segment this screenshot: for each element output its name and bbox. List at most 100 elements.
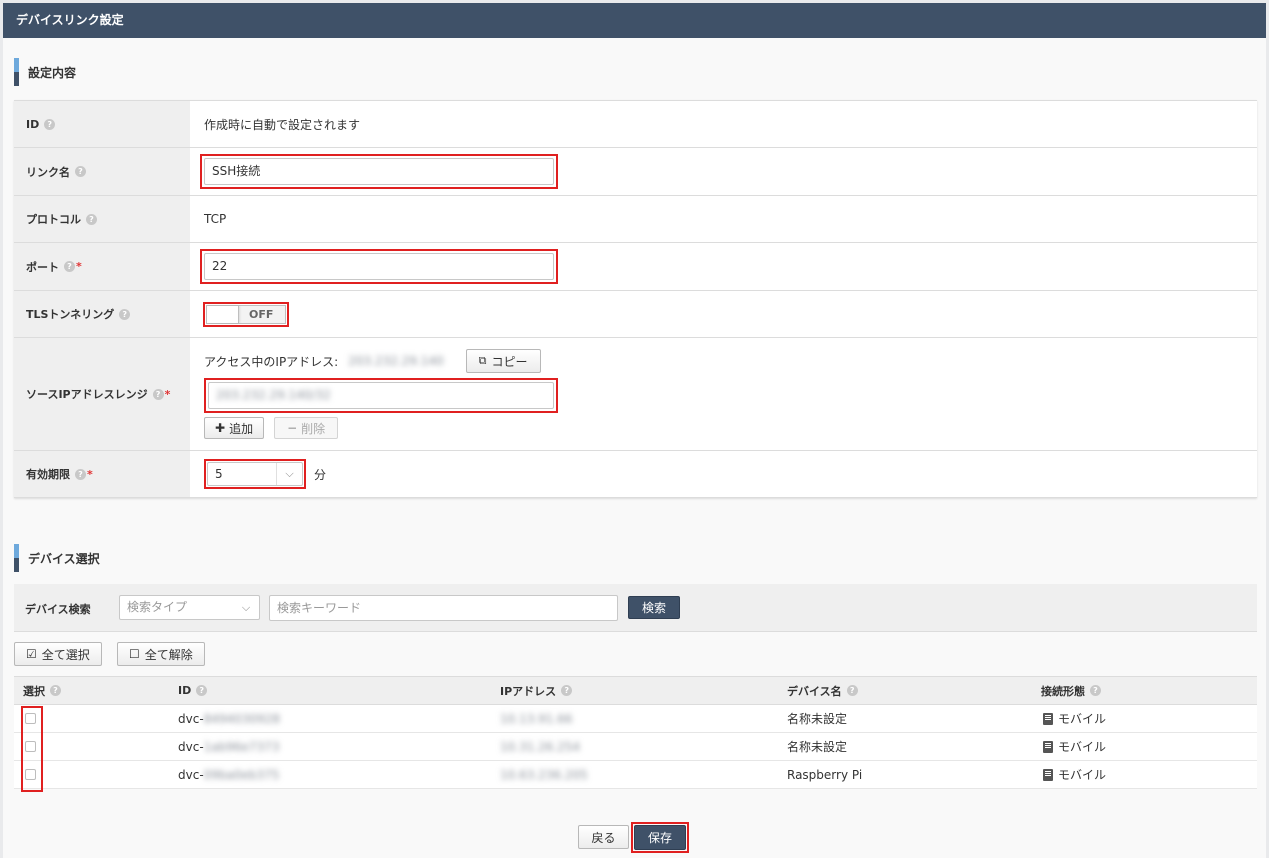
device-table-header: 選択? ID? IPアドレス? デバイス名? 接続形態?	[14, 676, 1257, 705]
help-icon[interactable]: ?	[50, 685, 61, 696]
help-icon[interactable]: ?	[1090, 685, 1101, 696]
device-section-title: デバイス選択	[14, 543, 100, 573]
port-label-text: ポート	[26, 260, 59, 274]
col-select: 選択?	[23, 677, 61, 704]
row-expiry: 有効期限? * 5 ⌵ 分	[14, 451, 1257, 498]
link-name-label-text: リンク名	[26, 165, 70, 179]
ip-range-highlight: 203.232.29.140/32	[204, 378, 558, 413]
link-name-input[interactable]: SSH接続	[204, 158, 554, 185]
ip-range-input[interactable]: 203.232.29.140/32	[208, 382, 554, 409]
table-row[interactable]: dvc- 1ab96e7373 10.31.26.254 名称未設定 モバイル	[14, 733, 1257, 761]
checkbox-checked-icon: ☑	[26, 647, 37, 661]
save-highlight: 保存	[631, 822, 689, 853]
device-ip-value: 10.13.91.66	[500, 711, 573, 726]
search-type-select[interactable]: 検索タイプ ⌵	[119, 595, 260, 620]
table-row[interactable]: dvc- 09ba0eb375 10.63.236.205 Raspberry P…	[14, 761, 1257, 789]
sim-card-icon	[1043, 768, 1053, 781]
settings-form: ID? 作成時に自動で設定されます リンク名? SSH接続 プロトコル? TCP…	[14, 100, 1257, 498]
row-link-name: リンク名? SSH接続	[14, 148, 1257, 196]
port-highlight: 22	[200, 249, 558, 284]
device-id-rest: 1ab96e7373	[203, 739, 280, 754]
device-id: dvc- 8494030928	[178, 705, 280, 732]
help-icon[interactable]: ?	[846, 685, 858, 696]
search-button[interactable]: 検索	[628, 596, 680, 619]
required-mark: *	[76, 260, 82, 273]
device-connection: モバイル	[1043, 733, 1106, 760]
required-mark: *	[87, 467, 93, 481]
search-keyword-placeholder: 検索キーワード	[277, 601, 362, 615]
settings-section-label: 設定内容	[28, 65, 77, 80]
device-connection: モバイル	[1043, 761, 1106, 788]
device-connection: モバイル	[1043, 705, 1106, 732]
device-ip: 10.31.26.254	[500, 733, 580, 760]
help-icon[interactable]: ?	[64, 261, 75, 272]
select-all-label: 全て選択	[41, 647, 90, 662]
save-button[interactable]: 保存	[634, 825, 686, 850]
table-row[interactable]: dvc- 8494030928 10.13.91.66 名称未設定 モバイル	[14, 705, 1257, 733]
checkbox-column-highlight	[21, 706, 43, 792]
col-id-label: ID	[178, 684, 192, 697]
col-ip[interactable]: IPアドレス?	[500, 677, 573, 704]
device-ip: 10.63.236.205	[500, 761, 588, 788]
col-name[interactable]: デバイス名?	[787, 677, 858, 704]
device-connection-label: モバイル	[1058, 768, 1107, 782]
device-id-rest: 09ba0eb375	[203, 767, 280, 782]
source-ip-label-text: ソースIPアドレスレンジ	[26, 388, 148, 401]
expiry-highlight: 5 ⌵	[204, 459, 306, 489]
col-connection[interactable]: 接続形態?	[1041, 677, 1101, 704]
col-name-label: デバイス名	[787, 684, 842, 698]
link-name-label: リンク名?	[14, 148, 190, 195]
device-search-label: デバイス検索	[25, 603, 91, 616]
help-icon[interactable]: ?	[196, 685, 208, 696]
copy-button-label: コピー	[491, 354, 528, 369]
row-port: ポート? * 22	[14, 243, 1257, 291]
select-all-button[interactable]: ☑ 全て選択	[14, 642, 102, 666]
device-search-bar: デバイス検索 検索タイプ ⌵ 検索キーワード 検索	[14, 584, 1257, 632]
minus-icon: −	[287, 421, 298, 435]
protocol-label-text: プロトコル	[26, 213, 81, 226]
device-id-rest: 8494030928	[203, 711, 281, 726]
required-mark: *	[164, 387, 171, 401]
help-icon[interactable]: ?	[152, 388, 164, 400]
search-type-placeholder: 検索タイプ	[127, 600, 188, 614]
back-button-label: 戻る	[591, 830, 616, 845]
copy-icon: ⧉	[478, 354, 487, 367]
protocol-label: プロトコル?	[14, 196, 190, 242]
col-ip-label: IPアドレス	[500, 684, 557, 698]
checkbox-empty-icon: ☐	[129, 647, 140, 661]
save-button-label: 保存	[647, 831, 672, 845]
help-icon[interactable]: ?	[75, 468, 86, 480]
device-table: 選択? ID? IPアドレス? デバイス名? 接続形態? dvc- 8494030…	[14, 676, 1257, 792]
expiry-unit: 分	[314, 467, 327, 482]
copy-button[interactable]: ⧉ コピー	[465, 349, 541, 373]
back-button[interactable]: 戻る	[578, 825, 629, 849]
col-id[interactable]: ID?	[178, 677, 208, 704]
device-name: 名称未設定	[787, 740, 848, 754]
deselect-all-label: 全て解除	[144, 647, 193, 662]
tls-toggle[interactable]: OFF	[206, 304, 286, 324]
main-panel: 設定内容 ID? 作成時に自動で設定されます リンク名? SSH接続 プロトコル…	[3, 38, 1266, 858]
row-protocol: プロトコル? TCP	[14, 196, 1257, 243]
help-icon[interactable]: ?	[75, 166, 86, 177]
expiry-select[interactable]: 5 ⌵	[207, 462, 303, 486]
expiry-label: 有効期限? *	[14, 451, 190, 497]
delete-button[interactable]: − 削除	[274, 417, 339, 439]
id-label: ID?	[14, 101, 190, 147]
help-icon[interactable]: ?	[119, 308, 131, 320]
deselect-all-button[interactable]: ☐ 全て解除	[117, 642, 205, 666]
search-keyword-input[interactable]: 検索キーワード	[269, 595, 618, 621]
help-icon[interactable]: ?	[44, 118, 56, 130]
current-ip-label: アクセス中のIPアドレス:	[204, 354, 339, 369]
device-id-prefix: dvc-	[178, 767, 204, 782]
port-label: ポート? *	[14, 243, 190, 290]
help-icon[interactable]: ?	[86, 213, 97, 225]
tls-label-text: TLSトンネリング	[26, 308, 115, 321]
tls-label: TLSトンネリング?	[14, 291, 190, 337]
device-connection-label: モバイル	[1058, 740, 1107, 754]
port-input[interactable]: 22	[204, 253, 554, 280]
col-select-label: 選択	[23, 684, 45, 698]
device-ip-value: 10.31.26.254	[500, 739, 581, 754]
settings-section-title: 設定内容	[14, 57, 76, 87]
add-button[interactable]: ✚ 追加	[204, 417, 265, 439]
help-icon[interactable]: ?	[561, 685, 573, 696]
